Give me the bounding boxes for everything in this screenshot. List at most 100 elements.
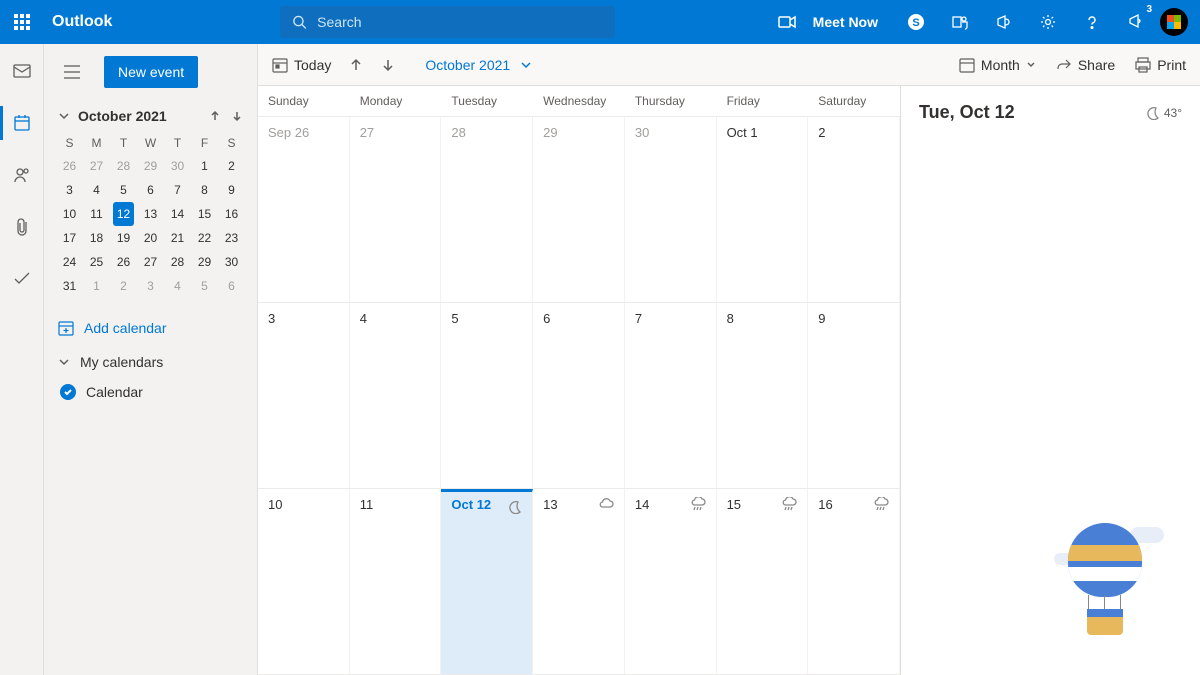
day-cell[interactable]: 3: [258, 303, 350, 488]
view-switcher[interactable]: Month: [959, 57, 1036, 73]
skype-icon[interactable]: S: [894, 0, 938, 44]
calendar-grid: SundayMondayTuesdayWednesdayThursdayFrid…: [258, 86, 900, 675]
search-box[interactable]: [280, 6, 615, 38]
print-button[interactable]: Print: [1135, 57, 1186, 73]
account-avatar[interactable]: [1160, 8, 1188, 36]
mini-day[interactable]: 30: [218, 250, 245, 274]
whats-new-icon[interactable]: [982, 0, 1026, 44]
meet-now-label[interactable]: Meet Now: [813, 14, 878, 30]
mini-day[interactable]: 6: [137, 178, 164, 202]
calendar-list-item[interactable]: Calendar: [56, 384, 245, 400]
mini-day[interactable]: 1: [83, 274, 110, 298]
day-cell[interactable]: 16: [808, 489, 900, 674]
day-cell[interactable]: 28: [441, 117, 533, 302]
day-cell[interactable]: 9: [808, 303, 900, 488]
day-number: 5: [451, 311, 458, 326]
mini-day[interactable]: 4: [164, 274, 191, 298]
mini-day[interactable]: 7: [164, 178, 191, 202]
main-area: Today October 2021 Month Share: [258, 44, 1200, 675]
mini-day[interactable]: 3: [56, 178, 83, 202]
chevron-down-icon[interactable]: [58, 110, 70, 122]
help-icon[interactable]: [1070, 0, 1114, 44]
add-calendar-button[interactable]: Add calendar: [58, 320, 245, 336]
mini-day[interactable]: 13: [137, 202, 164, 226]
day-cell[interactable]: Oct 1: [717, 117, 809, 302]
rail-files[interactable]: [0, 214, 44, 240]
day-cell[interactable]: 14: [625, 489, 717, 674]
mini-day[interactable]: 16: [218, 202, 245, 226]
mini-day[interactable]: 25: [83, 250, 110, 274]
mini-day[interactable]: 5: [191, 274, 218, 298]
notification-icon[interactable]: 3: [1114, 0, 1158, 44]
mini-day[interactable]: 11: [83, 202, 110, 226]
rail-mail[interactable]: [0, 58, 44, 84]
app-launcher-button[interactable]: [0, 0, 44, 44]
mini-day[interactable]: 20: [137, 226, 164, 250]
mini-day[interactable]: 23: [218, 226, 245, 250]
next-button[interactable]: [381, 58, 395, 72]
day-cell[interactable]: 13: [533, 489, 625, 674]
teams-icon[interactable]: [938, 0, 982, 44]
mini-day[interactable]: 30: [164, 154, 191, 178]
settings-icon[interactable]: [1026, 0, 1070, 44]
day-cell[interactable]: 30: [625, 117, 717, 302]
rail-calendar[interactable]: [0, 110, 44, 136]
mini-day[interactable]: 12: [113, 202, 134, 226]
mini-day[interactable]: 27: [83, 154, 110, 178]
day-cell[interactable]: 2: [808, 117, 900, 302]
mini-day[interactable]: 28: [164, 250, 191, 274]
day-cell[interactable]: 11: [350, 489, 442, 674]
mini-day[interactable]: 29: [191, 250, 218, 274]
mini-day[interactable]: 26: [110, 250, 137, 274]
share-button[interactable]: Share: [1056, 57, 1115, 73]
mini-day[interactable]: 9: [218, 178, 245, 202]
mini-day[interactable]: 18: [83, 226, 110, 250]
mini-day[interactable]: 22: [191, 226, 218, 250]
day-cell[interactable]: 6: [533, 303, 625, 488]
rail-todo[interactable]: [0, 266, 44, 292]
mini-day[interactable]: 2: [110, 274, 137, 298]
mini-day[interactable]: 8: [191, 178, 218, 202]
meet-now-icon[interactable]: [765, 0, 809, 44]
month-picker[interactable]: October 2021: [425, 57, 532, 73]
mini-prev-button[interactable]: [209, 110, 221, 122]
day-cell[interactable]: 29: [533, 117, 625, 302]
mini-day[interactable]: 28: [110, 154, 137, 178]
day-cell[interactable]: 5: [441, 303, 533, 488]
today-button[interactable]: Today: [272, 57, 331, 73]
search-input[interactable]: [317, 14, 603, 30]
mini-day[interactable]: 26: [56, 154, 83, 178]
day-cell[interactable]: Sep 26: [258, 117, 350, 302]
mini-day[interactable]: 2: [218, 154, 245, 178]
mini-day[interactable]: 1: [191, 154, 218, 178]
mini-day[interactable]: 5: [110, 178, 137, 202]
my-calendars-header[interactable]: My calendars: [56, 354, 245, 370]
day-cell[interactable]: 7: [625, 303, 717, 488]
day-cell[interactable]: 15: [717, 489, 809, 674]
mini-day[interactable]: 15: [191, 202, 218, 226]
mini-next-button[interactable]: [231, 110, 243, 122]
mini-day[interactable]: 3: [137, 274, 164, 298]
mini-day[interactable]: 4: [83, 178, 110, 202]
day-cell[interactable]: 8: [717, 303, 809, 488]
hamburger-button[interactable]: [56, 56, 88, 88]
mini-day[interactable]: 19: [110, 226, 137, 250]
day-cell[interactable]: 27: [350, 117, 442, 302]
day-number: 14: [635, 497, 649, 512]
rail-people[interactable]: [0, 162, 44, 188]
day-cell[interactable]: 10: [258, 489, 350, 674]
mini-day[interactable]: 29: [137, 154, 164, 178]
chevron-down-icon: [520, 59, 532, 71]
day-cell[interactable]: 4: [350, 303, 442, 488]
mini-day[interactable]: 6: [218, 274, 245, 298]
mini-day[interactable]: 14: [164, 202, 191, 226]
new-event-button[interactable]: New event: [104, 56, 198, 88]
mini-day[interactable]: 10: [56, 202, 83, 226]
mini-day[interactable]: 21: [164, 226, 191, 250]
day-cell[interactable]: Oct 12: [441, 489, 533, 674]
mini-day[interactable]: 24: [56, 250, 83, 274]
mini-day[interactable]: 27: [137, 250, 164, 274]
prev-button[interactable]: [349, 58, 363, 72]
mini-day[interactable]: 31: [56, 274, 83, 298]
mini-day[interactable]: 17: [56, 226, 83, 250]
